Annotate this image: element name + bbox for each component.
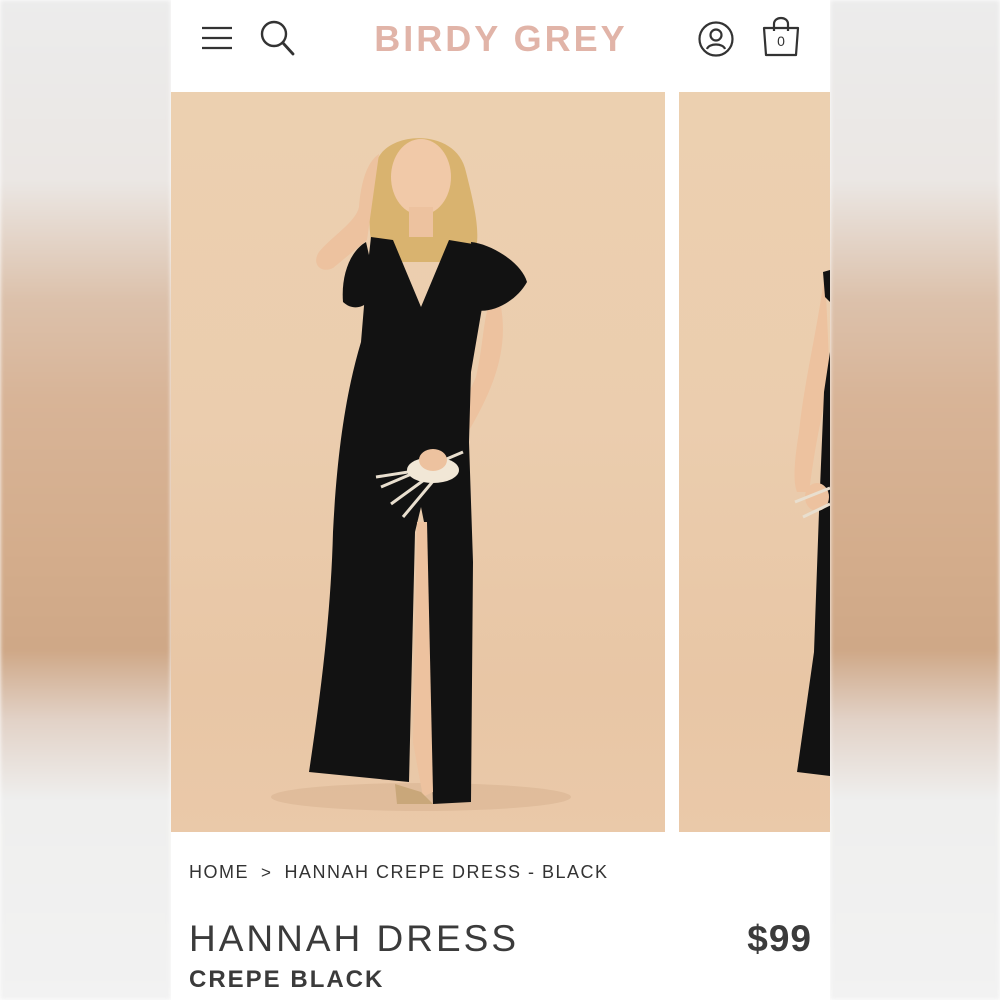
site-header: BIRDY GREY 0	[171, 0, 830, 92]
product-image-gallery[interactable]	[171, 92, 830, 832]
product-photo-next[interactable]	[679, 92, 830, 832]
mobile-product-page: BIRDY GREY 0 HOME > HANNAH CREPE DRESS -…	[171, 0, 830, 1000]
breadcrumb-home-link[interactable]: HOME	[189, 862, 249, 883]
breadcrumb-current-page: HANNAH CREPE DRESS - BLACK	[284, 862, 609, 882]
hamburger-menu-icon[interactable]	[199, 22, 235, 54]
search-icon[interactable]	[259, 18, 297, 58]
blurred-backdrop-right	[830, 0, 1000, 1000]
shopping-bag-button[interactable]: 0	[760, 14, 802, 58]
breadcrumb-separator: >	[261, 862, 273, 882]
breadcrumb: HOME > HANNAH CREPE DRESS - BLACK	[189, 862, 609, 883]
product-title: HANNAH DRESS	[189, 918, 519, 959]
product-photo-main[interactable]	[171, 92, 665, 832]
blurred-backdrop-left	[0, 0, 171, 1000]
model-side-view-image	[794, 270, 830, 776]
product-price: $99	[747, 918, 812, 959]
product-variant: CREPE BLACK	[189, 966, 385, 993]
bag-count-badge: 0	[777, 33, 785, 49]
brand-logo[interactable]: BIRDY GREY	[361, 18, 641, 60]
account-icon[interactable]	[697, 20, 735, 58]
model-in-dress-image	[271, 138, 571, 811]
